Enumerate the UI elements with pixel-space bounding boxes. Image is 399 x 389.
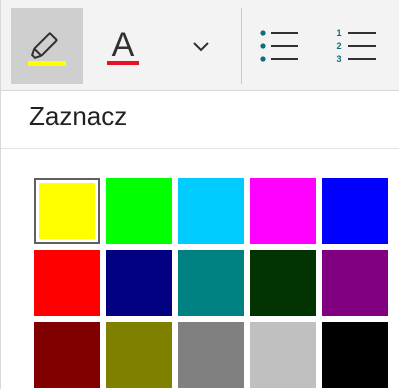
toolbar-separator [241, 8, 242, 84]
panel-title: Zaznacz [29, 101, 128, 131]
color-swatch[interactable] [34, 322, 100, 388]
number-3: 3 [336, 54, 341, 64]
color-swatch[interactable] [322, 250, 388, 316]
color-swatch[interactable] [250, 178, 316, 244]
color-swatch[interactable] [34, 178, 100, 244]
color-swatch[interactable] [106, 250, 172, 316]
color-swatch[interactable] [250, 250, 316, 316]
numbered-list-icon: 1 2 3 [336, 28, 376, 64]
font-color-dropdown-button[interactable] [166, 8, 236, 84]
font-color-bar [107, 61, 139, 65]
number-2: 2 [336, 41, 341, 51]
font-color-button[interactable]: A [89, 8, 157, 84]
color-swatch[interactable] [178, 178, 244, 244]
font-color-glyph: A [112, 26, 135, 64]
chevron-down-icon [193, 42, 209, 52]
color-swatch[interactable] [178, 322, 244, 388]
highlighter-button[interactable] [11, 8, 83, 84]
highlighter-icon [28, 32, 66, 66]
color-swatch[interactable] [106, 322, 172, 388]
panel-header: Zaznacz [1, 91, 399, 149]
highlighter-color-bar [28, 61, 66, 66]
color-swatch[interactable] [322, 322, 388, 388]
color-swatch[interactable] [322, 178, 388, 244]
color-swatch[interactable] [178, 250, 244, 316]
font-color-icon: A [107, 26, 139, 65]
formatting-toolbar: A 1 2 3 [1, 0, 399, 91]
numbered-list-button[interactable]: 1 2 3 [321, 8, 393, 84]
color-swatch[interactable] [106, 178, 172, 244]
bulleted-list-button[interactable] [247, 8, 313, 84]
color-swatch[interactable] [250, 322, 316, 388]
number-1: 1 [336, 28, 341, 38]
color-grid [34, 178, 394, 389]
highlight-color-panel: A 1 2 3 Zaznacz [0, 0, 399, 389]
color-swatch[interactable] [34, 250, 100, 316]
bulleted-list-icon [260, 30, 298, 62]
